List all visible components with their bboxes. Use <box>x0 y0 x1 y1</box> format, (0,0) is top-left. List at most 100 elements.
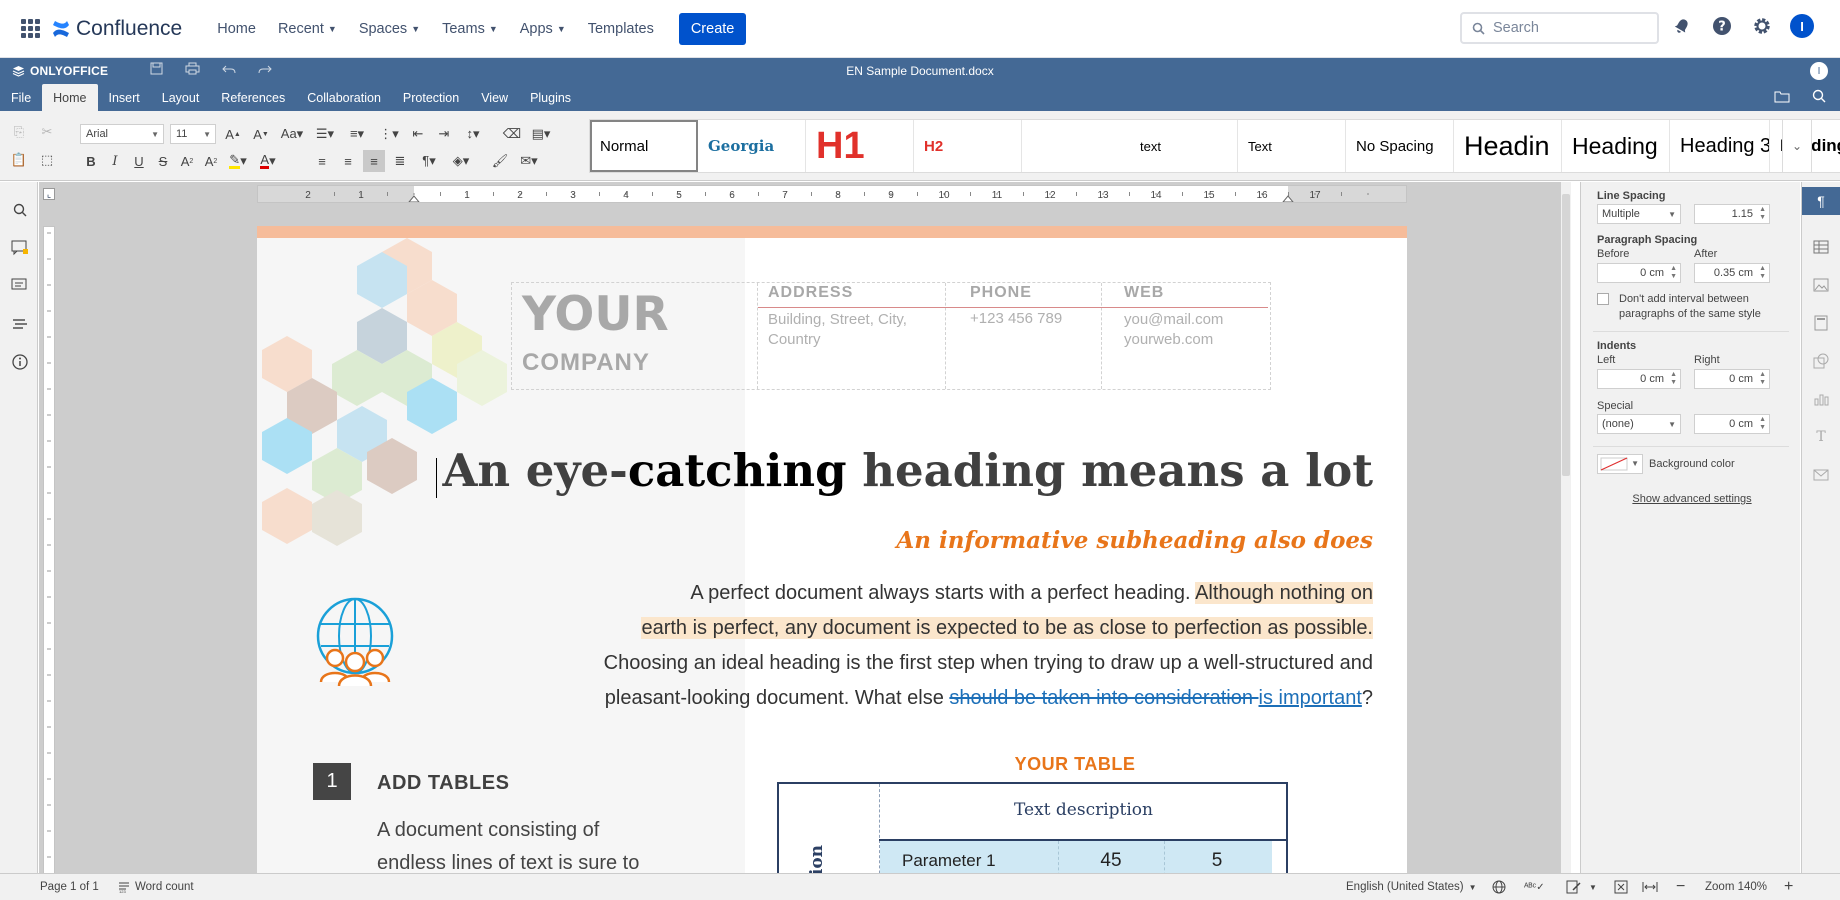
doc-language-icon[interactable] <box>1492 880 1506 894</box>
cut-icon[interactable]: ✂ <box>36 121 58 143</box>
avatar[interactable]: I <box>1790 14 1814 38</box>
style-heading-3[interactable]: Heading 3 <box>1670 120 1770 172</box>
show-advanced-settings-link[interactable]: Show advanced settings <box>1597 493 1787 505</box>
tracked-deletion[interactable]: should be taken into consideration <box>949 687 1258 709</box>
nav-spaces[interactable]: Spaces ▼ <box>348 21 431 37</box>
nav-templates[interactable]: Templates <box>577 21 665 37</box>
special-indent-select[interactable]: (none) ▼ <box>1597 414 1681 434</box>
align-left-icon[interactable]: ≡ <box>311 150 333 172</box>
spinner-icon[interactable]: ▲ ▼ <box>1759 206 1766 222</box>
tab-protection[interactable]: Protection <box>392 84 470 111</box>
style-h1[interactable]: H1 <box>806 120 914 172</box>
format-painter-icon[interactable]: 🖌 <box>489 150 511 172</box>
indent-right-input[interactable]: 0 cm ▲ ▼ <box>1694 369 1770 389</box>
spacing-after-input[interactable]: 0.35 cm ▲ ▼ <box>1694 263 1770 283</box>
find-icon[interactable] <box>10 200 30 220</box>
text-art-settings-icon[interactable]: T <box>1810 426 1832 448</box>
document-subheading[interactable]: An informative subheading also does <box>557 527 1373 554</box>
vertical-scrollbar[interactable] <box>1561 182 1571 873</box>
strikethrough-icon[interactable]: S <box>152 150 174 172</box>
notifications-icon[interactable] <box>1670 14 1694 38</box>
increase-indent-icon[interactable]: ⇥ <box>433 123 455 145</box>
document-page[interactable]: YOUR COMPANY ADDRESS Building, Street, C… <box>257 226 1407 873</box>
undo-icon[interactable] <box>222 62 236 80</box>
document-workspace[interactable]: ⌞ 2 1 1 2 3 4 5 6 7 8 9 10 11 12 13 14 15 16 17 <box>39 182 1567 873</box>
horizontal-ruler[interactable]: 2 1 1 2 3 4 5 6 7 8 9 10 11 12 13 14 15 16 17 <box>257 185 1407 203</box>
section-title[interactable]: ADD TABLES <box>377 772 509 795</box>
superscript-icon[interactable]: A2 <box>176 150 198 172</box>
bold-icon[interactable]: B <box>80 150 102 172</box>
style-heading-1[interactable]: Headin <box>1454 120 1562 172</box>
spacing-before-input[interactable]: 0 cm ▲ ▼ <box>1597 263 1681 283</box>
help-icon[interactable]: ? <box>1710 14 1734 38</box>
zoom-level[interactable]: Zoom 140% <box>1705 881 1767 893</box>
tracked-insertion[interactable]: is important <box>1259 687 1362 709</box>
image-settings-icon[interactable] <box>1810 274 1832 296</box>
select-all-icon[interactable]: ⬚ <box>36 149 58 171</box>
subscript-icon[interactable]: A2 <box>200 150 222 172</box>
mail-merge-icon[interactable]: ✉▾ <box>515 150 543 172</box>
copy-icon[interactable]: ⎘ <box>8 121 30 143</box>
nav-apps[interactable]: Apps ▼ <box>509 21 577 37</box>
app-switcher-icon[interactable] <box>21 18 41 39</box>
line-spacing-type-select[interactable]: Multiple ▼ <box>1597 204 1681 224</box>
track-changes-icon[interactable]: ▼ <box>1566 880 1597 894</box>
create-button[interactable]: Create <box>678 12 747 45</box>
multilevel-list-icon[interactable]: ⋮▾ <box>375 123 403 145</box>
clear-style-icon[interactable]: ⌫ <box>501 123 523 145</box>
spinner-icon[interactable]: ▲ ▼ <box>1759 416 1766 432</box>
redo-icon[interactable] <box>258 62 272 80</box>
font-size-select[interactable]: 11 ▼ <box>170 124 216 144</box>
highlight-color-icon[interactable]: ✎ ▾ <box>224 150 252 172</box>
section-text[interactable]: A document consisting of endless lines o… <box>377 814 639 873</box>
word-count-button[interactable]: 123 Word count <box>118 881 194 893</box>
style-georgia[interactable]: Georgia <box>698 120 806 172</box>
style-h2[interactable]: H2 <box>914 120 1022 172</box>
scrollbar-thumb[interactable] <box>1562 194 1570 476</box>
header-footer-settings-icon[interactable] <box>1810 312 1832 334</box>
tab-collaboration[interactable]: Collaboration <box>296 84 392 111</box>
spell-check-icon[interactable]: ᴬᴮᶜ✓ <box>1524 882 1545 893</box>
nav-teams[interactable]: Teams ▼ <box>431 21 509 37</box>
comments-icon[interactable] <box>10 238 30 258</box>
decrease-indent-icon[interactable]: ⇤ <box>407 123 429 145</box>
special-indent-input[interactable]: 0 cm ▲ ▼ <box>1694 414 1770 434</box>
print-icon[interactable] <box>185 62 200 80</box>
chat-icon[interactable] <box>10 276 30 296</box>
change-case-icon[interactable]: Aa▾ <box>278 123 306 145</box>
nav-recent[interactable]: Recent ▼ <box>267 21 348 37</box>
tab-file[interactable]: File <box>0 84 42 111</box>
fit-width-icon[interactable] <box>1642 881 1658 893</box>
chart-settings-icon[interactable] <box>1810 388 1832 410</box>
search-input[interactable]: Search <box>1460 12 1659 44</box>
spinner-icon[interactable]: ▲ ▼ <box>1670 265 1677 281</box>
table-settings-icon[interactable] <box>1810 236 1832 258</box>
increase-font-icon[interactable]: A ▲ <box>222 123 244 145</box>
line-spacing-icon[interactable]: ↕▾ <box>459 123 487 145</box>
vertical-ruler[interactable] <box>43 226 55 873</box>
table-caption[interactable]: YOUR TABLE <box>777 754 1373 775</box>
settings-icon[interactable] <box>1750 14 1774 38</box>
left-indent-marker[interactable] <box>408 195 420 202</box>
style-heading-2[interactable]: Heading <box>1562 120 1670 172</box>
tab-layout[interactable]: Layout <box>151 84 211 111</box>
tab-references[interactable]: References <box>210 84 296 111</box>
tab-plugins[interactable]: Plugins <box>519 84 582 111</box>
italic-icon[interactable]: I <box>104 150 126 172</box>
spinner-icon[interactable]: ▲ ▼ <box>1759 371 1766 387</box>
document-paragraph[interactable]: A perfect document always starts with a … <box>427 576 1373 716</box>
decrease-font-icon[interactable]: A ▼ <box>250 123 272 145</box>
zoom-in-icon[interactable]: + <box>1784 878 1793 896</box>
shading-icon[interactable]: ◈▾ <box>447 150 475 172</box>
language-select[interactable]: English (United States) ▼ <box>1346 881 1477 893</box>
zoom-out-icon[interactable]: − <box>1676 878 1685 896</box>
align-center-icon[interactable]: ≡ <box>337 150 359 172</box>
spinner-icon[interactable]: ▲ ▼ <box>1670 371 1677 387</box>
confluence-logo[interactable]: Confluence <box>51 17 182 41</box>
open-location-icon[interactable] <box>1774 89 1790 108</box>
numbering-icon[interactable]: ≡▾ <box>343 123 371 145</box>
save-icon[interactable] <box>150 62 163 80</box>
mail-merge-settings-icon[interactable] <box>1810 464 1832 486</box>
bullets-icon[interactable]: ☰▾ <box>311 123 339 145</box>
fit-page-icon[interactable] <box>1614 880 1628 894</box>
